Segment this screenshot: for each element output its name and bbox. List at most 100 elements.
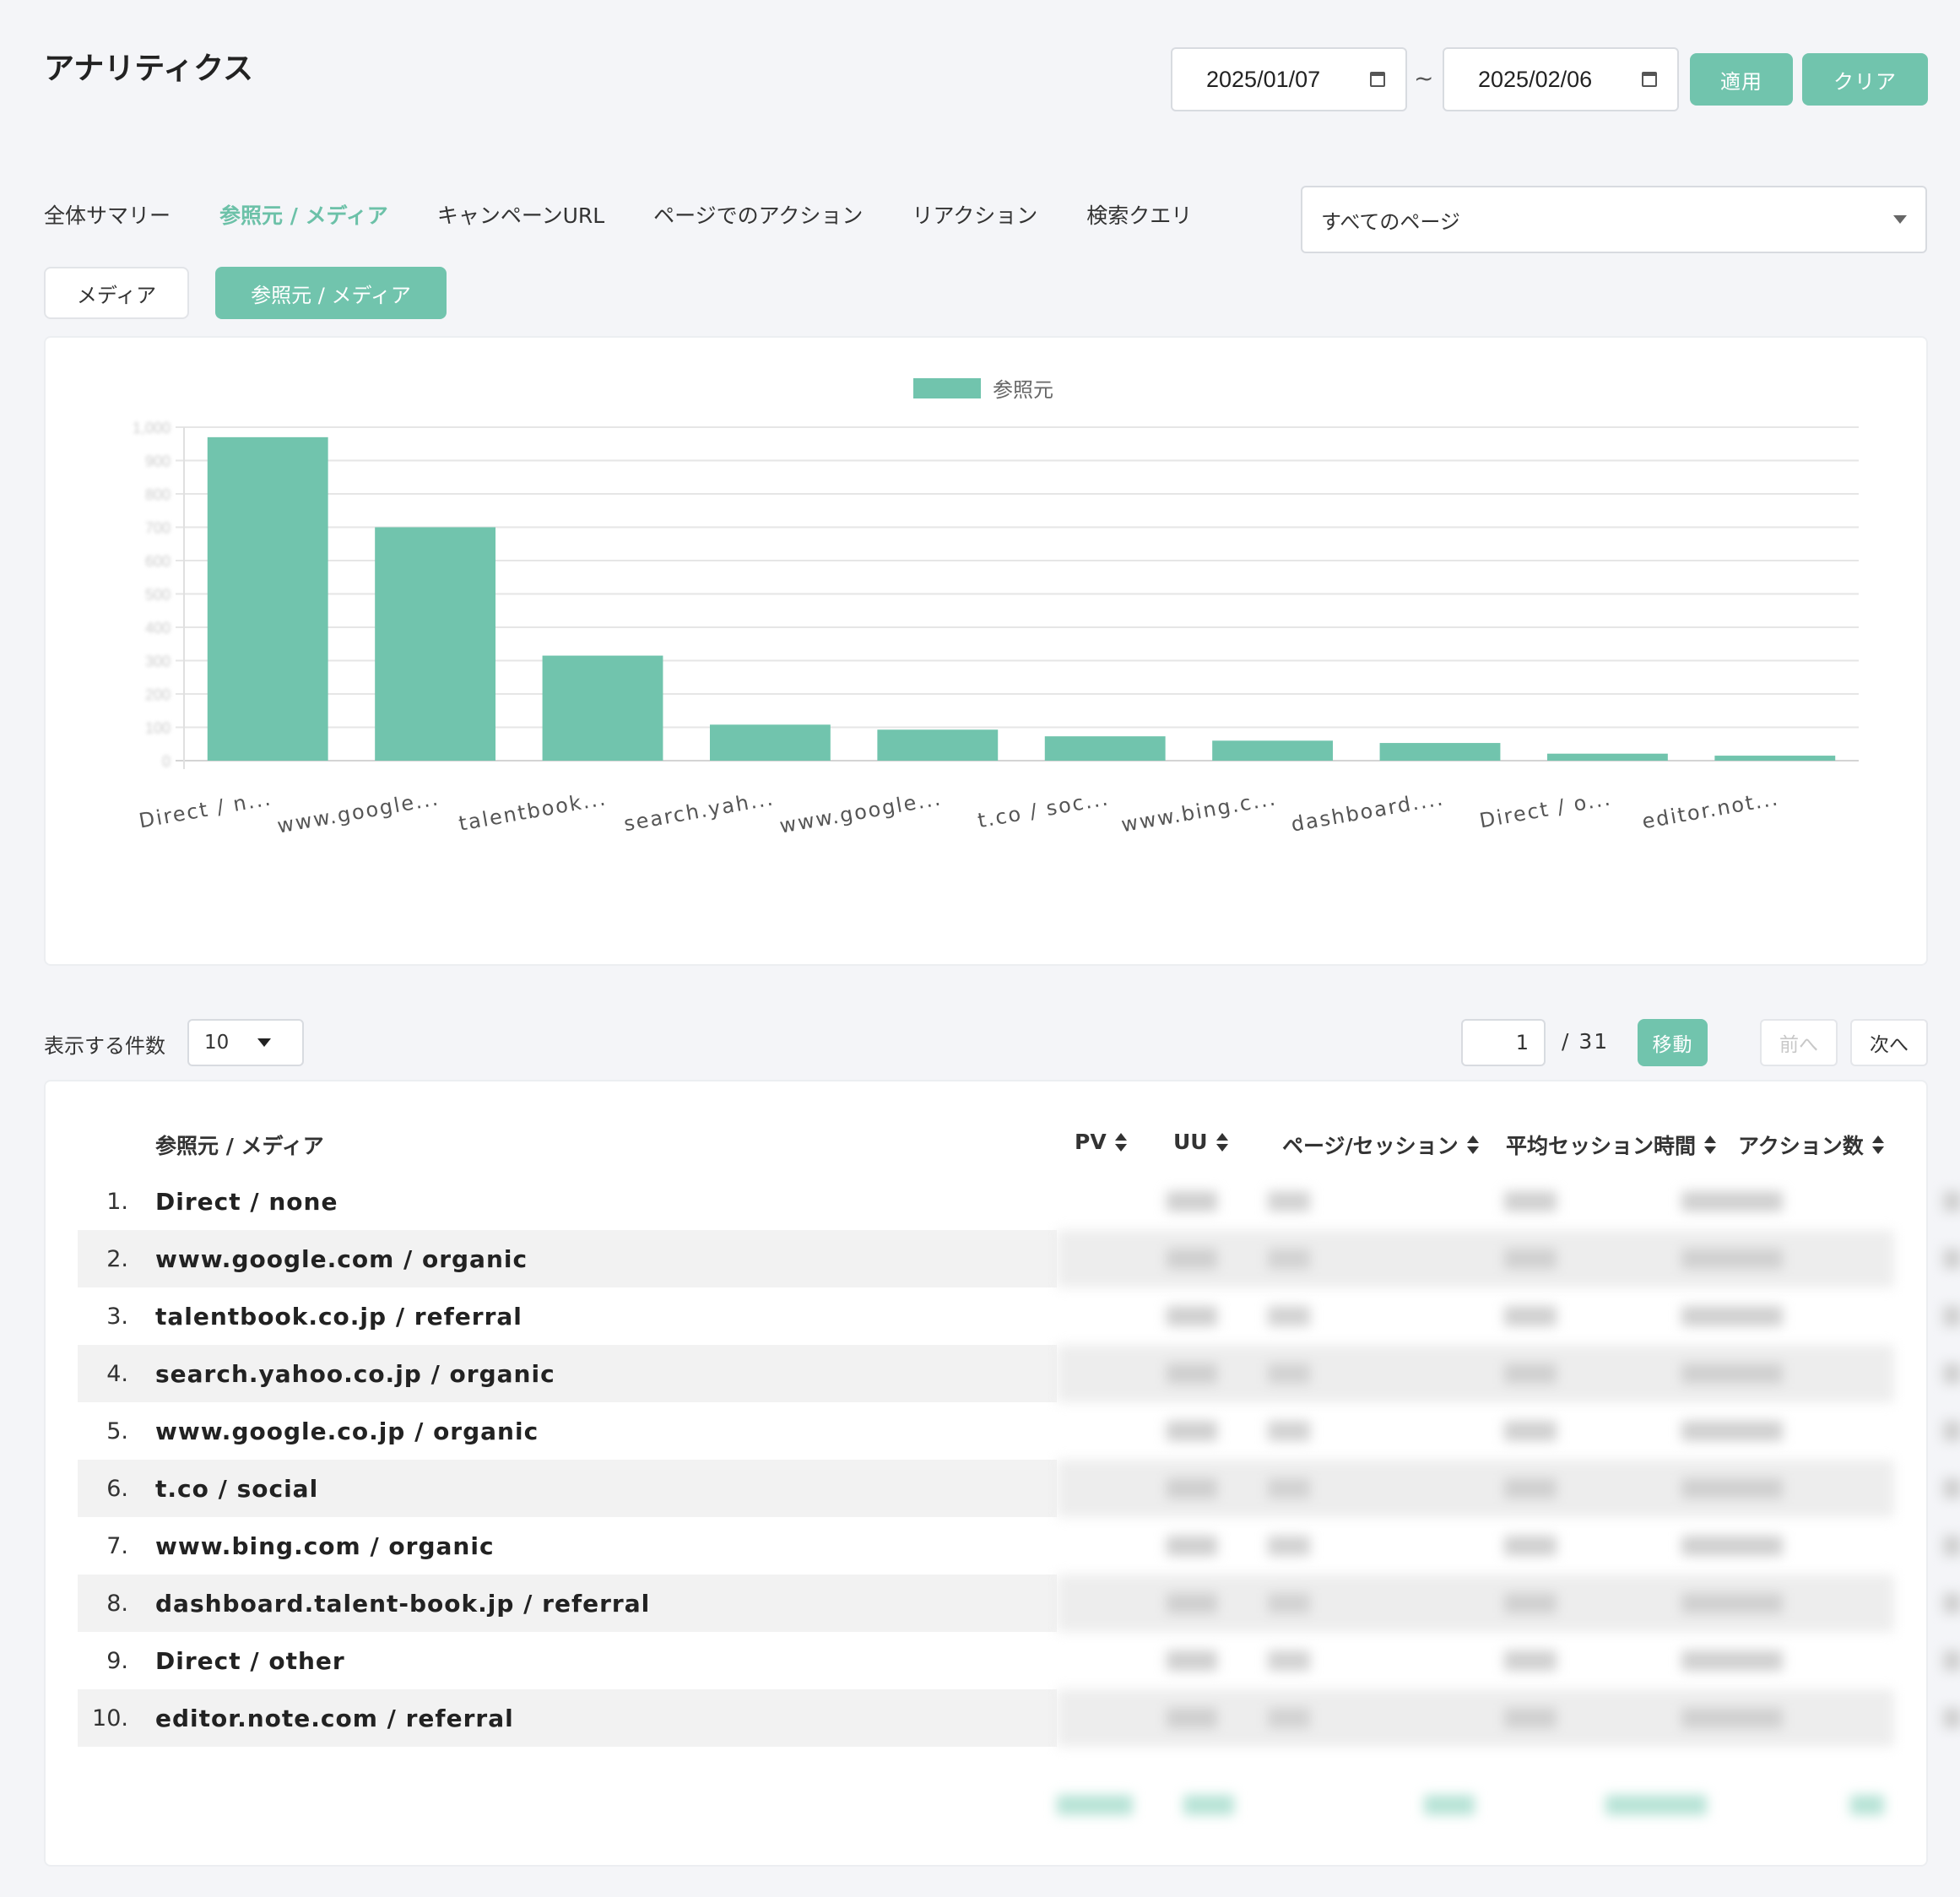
calendar-icon[interactable] (1370, 72, 1385, 87)
blurred-metrics (1057, 1517, 1960, 1575)
sort-icon[interactable] (1216, 1132, 1228, 1152)
tab-source-media[interactable]: 参照元 / メディア (219, 199, 388, 230)
table-row[interactable]: 8. dashboard.talent-book.jp / referral (78, 1575, 1960, 1632)
column-header-uu[interactable]: UU (1173, 1130, 1228, 1154)
table-row[interactable]: 3. talentbook.co.jp / referral (78, 1287, 1960, 1345)
table-row[interactable]: 7. www.bing.com / organic (78, 1517, 1960, 1575)
table-row[interactable]: 9. Direct / other (78, 1632, 1960, 1689)
bar-chart: 0 100 200 300 400 500 600 700 800 900 1,000 Direct … (133, 420, 1859, 838)
analytics-page: アナリティクス 2025/01/07 ~ 2025/02/06 適用 クリア 全… (0, 0, 1960, 1897)
row-source-label: talentbook.co.jp / referral (155, 1302, 522, 1331)
next-page-button[interactable]: 次へ (1850, 1019, 1928, 1066)
tab-campaign-url[interactable]: キャンペーンURL (437, 199, 604, 230)
table-row[interactable]: 10. editor.note.com / referral (78, 1689, 1960, 1747)
sort-icon[interactable] (1704, 1135, 1717, 1154)
date-from-field[interactable]: 2025/01/07 (1171, 47, 1407, 111)
row-source-label: dashboard.talent-book.jp / referral (155, 1589, 651, 1618)
tab-reactions[interactable]: リアクション (912, 199, 1037, 230)
bar[interactable] (1044, 736, 1166, 761)
column-header-source: 参照元 / メディア (155, 1130, 324, 1160)
column-header-avg-session-label: 平均セッション時間 (1506, 1134, 1697, 1158)
date-range-separator: ~ (1414, 64, 1434, 92)
row-rank: 9. (106, 1647, 128, 1674)
table-row[interactable]: 4. search.yahoo.co.jp / organic (78, 1345, 1960, 1402)
column-header-pv-label: PV (1075, 1130, 1107, 1154)
prev-page-button[interactable]: 前へ (1760, 1019, 1838, 1066)
row-source-label: www.bing.com / organic (155, 1531, 495, 1560)
tab-page-actions[interactable]: ページでのアクション (653, 199, 863, 230)
apply-button[interactable]: 適用 (1690, 53, 1793, 106)
column-header-pages-per-session[interactable]: ページ/セッション (1282, 1130, 1479, 1160)
blurred-metrics (1057, 1575, 1960, 1632)
per-page-select[interactable]: 10 (187, 1019, 304, 1066)
row-rank: 7. (106, 1532, 128, 1559)
page-title: アナリティクス (44, 51, 254, 86)
blurred-metrics (1057, 1345, 1960, 1402)
y-tick-label: 0 (162, 753, 171, 770)
column-header-pv[interactable]: PV (1075, 1130, 1127, 1154)
chevron-down-icon (257, 1038, 272, 1047)
go-button[interactable]: 移動 (1638, 1019, 1708, 1066)
bar[interactable] (1212, 740, 1334, 761)
table-row[interactable]: 1. Direct / none (78, 1173, 1960, 1230)
y-tick-label: 400 (145, 620, 171, 637)
row-source-label: editor.note.com / referral (155, 1704, 514, 1732)
x-tick-label: Direct / n... (137, 786, 273, 832)
x-tick-label: www.google... (777, 786, 943, 837)
page-filter-value: すべてのページ (1321, 209, 1460, 234)
column-header-actions-label: アクション数 (1738, 1134, 1864, 1158)
chevron-down-icon (1893, 215, 1907, 224)
tab-search-queries[interactable]: 検索クエリ (1086, 199, 1192, 230)
bar[interactable] (207, 436, 328, 761)
bar[interactable] (1546, 753, 1668, 761)
sort-icon[interactable] (1466, 1135, 1479, 1154)
bar[interactable] (877, 729, 999, 761)
sort-icon[interactable] (1871, 1135, 1884, 1154)
row-rank: 8. (106, 1590, 128, 1617)
x-tick-label: editor.not... (1640, 786, 1781, 833)
y-tick-label: 800 (145, 486, 171, 503)
calendar-icon[interactable] (1642, 72, 1657, 87)
per-page-label: 表示する件数 (44, 1034, 165, 1058)
per-page-value: 10 (204, 1032, 230, 1054)
bar[interactable] (1714, 756, 1836, 761)
blurred-metrics (1057, 1173, 1960, 1230)
tab-summary[interactable]: 全体サマリー (44, 199, 171, 230)
table-row[interactable]: 5. www.google.co.jp / organic (78, 1402, 1960, 1460)
bar[interactable] (1379, 743, 1501, 761)
blurred-metrics (1057, 1689, 1960, 1747)
column-header-pages-per-session-label: ページ/セッション (1282, 1134, 1459, 1158)
total-pages: / 31 (1562, 1029, 1610, 1054)
row-rank: 10. (92, 1705, 128, 1732)
column-header-actions[interactable]: アクション数 (1738, 1130, 1884, 1160)
table-row[interactable]: 6. t.co / social (78, 1460, 1960, 1517)
row-source-label: Direct / other (155, 1646, 345, 1675)
blurred-totals-row (1057, 1788, 1894, 1822)
subtab-media[interactable]: メディア (44, 267, 189, 319)
row-source-label: t.co / social (155, 1474, 319, 1503)
row-source-label: Direct / none (155, 1187, 338, 1216)
clear-button[interactable]: クリア (1802, 53, 1928, 106)
bar[interactable] (375, 527, 496, 762)
y-tick-label: 1,000 (133, 420, 171, 436)
page-filter-select[interactable]: すべてのページ (1301, 186, 1927, 253)
blurred-metrics (1057, 1632, 1960, 1689)
column-header-uu-label: UU (1173, 1130, 1208, 1154)
sort-icon[interactable] (1114, 1132, 1127, 1152)
subtab-source-media[interactable]: 参照元 / メディア (215, 267, 447, 319)
y-tick-label: 500 (145, 587, 171, 604)
page-number-input[interactable]: 1 (1461, 1019, 1546, 1066)
row-rank: 1. (106, 1188, 128, 1215)
analytics-tabs: 全体サマリー 参照元 / メディア キャンペーンURL ページでのアクション リ… (44, 199, 1241, 230)
bar[interactable] (709, 724, 831, 761)
x-tick-label: www.bing.c... (1119, 786, 1278, 837)
x-tick-label: www.google... (275, 786, 441, 837)
blurred-metrics (1057, 1402, 1960, 1460)
y-tick-label: 100 (145, 720, 171, 737)
y-tick-label: 700 (145, 520, 171, 537)
bar[interactable] (542, 655, 663, 761)
date-to-field[interactable]: 2025/02/06 (1443, 47, 1679, 111)
table-row[interactable]: 2. www.google.com / organic (78, 1230, 1960, 1287)
column-header-avg-session[interactable]: 平均セッション時間 (1506, 1130, 1717, 1160)
x-tick-label: search.yah... (622, 786, 776, 836)
